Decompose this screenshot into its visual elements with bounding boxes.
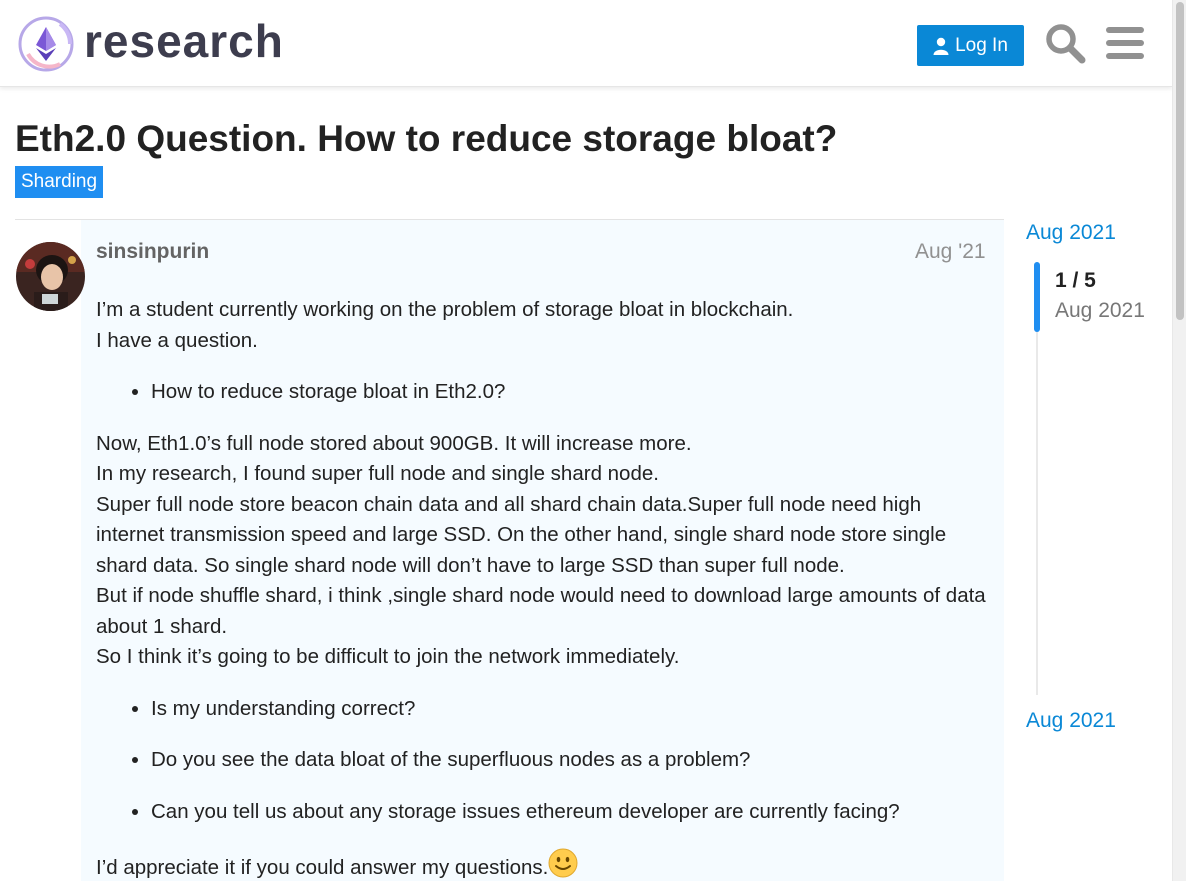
- list-item: Is my understanding correct?: [151, 694, 986, 725]
- post-paragraph: Now, Eth1.0’s full node stored about 900…: [96, 429, 986, 673]
- text-line: In my research, I found super full node …: [96, 462, 659, 485]
- post-author[interactable]: sinsinpurin: [96, 240, 209, 264]
- category-badge[interactable]: Sharding: [15, 166, 104, 198]
- post-paragraph: I’m a student currently working on the p…: [96, 295, 986, 356]
- text-line: I have a question.: [96, 328, 258, 352]
- site-logo-text[interactable]: research: [84, 14, 284, 68]
- text-line: But if node shuffle shard, i think ,sing…: [96, 584, 986, 638]
- text-line: Super full node store beacon chain data …: [96, 492, 947, 577]
- text-line: I’m a student currently working on the p…: [96, 298, 794, 321]
- page-scrollbar[interactable]: [1172, 0, 1186, 881]
- post-body: I’m a student currently working on the p…: [96, 295, 986, 884]
- timeline-post-counter: 1 / 5: [1055, 269, 1096, 292]
- list-item: How to reduce storage bloat in Eth2.0?: [151, 377, 986, 408]
- site-header: research Log In: [0, 0, 1172, 87]
- topic-title[interactable]: Eth2.0 Question. How to reduce storage b…: [15, 118, 837, 160]
- post-date[interactable]: Aug '21: [915, 240, 986, 264]
- timeline-start-date[interactable]: Aug 2021: [1026, 221, 1116, 245]
- timeline-current-date: Aug 2021: [1055, 299, 1145, 322]
- question-list: Is my understanding correct? Do you see …: [96, 694, 986, 828]
- question-list: How to reduce storage bloat in Eth2.0?: [96, 377, 986, 408]
- hamburger-menu-icon[interactable]: [1106, 24, 1144, 62]
- post-paragraph: I’d appreciate it if you could answer my…: [96, 848, 986, 884]
- user-icon: [933, 37, 949, 55]
- text-line: So I think it’s going to be difficult to…: [96, 645, 680, 668]
- text-line: Now, Eth1.0’s full node stored about 900…: [96, 431, 692, 455]
- list-item: Do you see the data bloat of the superfl…: [151, 745, 986, 776]
- avatar[interactable]: [16, 242, 85, 311]
- timeline-end-date[interactable]: Aug 2021: [1026, 709, 1116, 733]
- login-button[interactable]: Log In: [917, 25, 1024, 66]
- text-line: I’d appreciate it if you could answer my…: [96, 856, 549, 879]
- list-item: Can you tell us about any storage issues…: [151, 797, 986, 828]
- timeline-handle[interactable]: [1034, 262, 1040, 332]
- search-icon[interactable]: [1044, 22, 1086, 64]
- smiley-emoji-icon: [548, 848, 578, 878]
- login-label: Log In: [955, 34, 1008, 56]
- ethereum-logo-icon[interactable]: [16, 14, 76, 74]
- scrollbar-thumb[interactable]: [1176, 2, 1184, 320]
